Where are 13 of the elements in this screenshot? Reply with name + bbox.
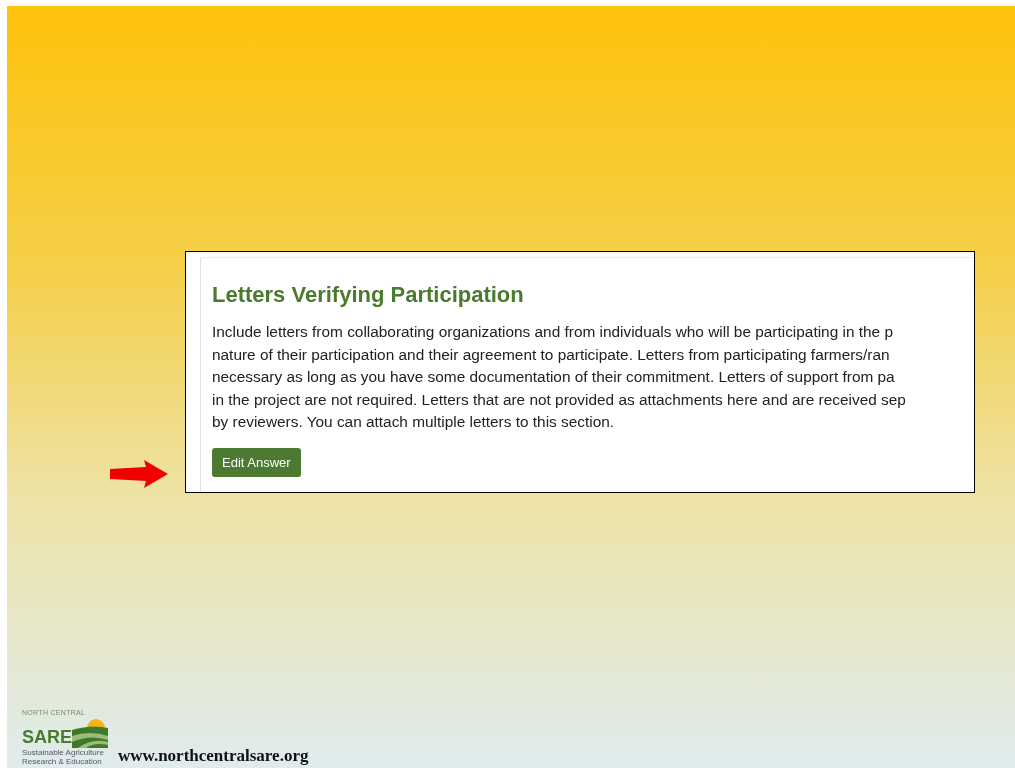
- description-line: nature of their participation and their agreement to participate. Letters from participating farmers/ran: [212, 344, 891, 365]
- arrow-icon: [110, 460, 168, 488]
- description-line: Include letters from collaborating organizations and from individuals who will be participating in the p: [212, 322, 894, 342]
- description-line: in the project are not required. Letters that are not provided as attachments here and are received sep: [212, 389, 907, 410]
- logo-text: SARE: [22, 727, 72, 748]
- section-title: Letters Verifying Participation: [212, 282, 525, 308]
- logo-text: Research & Education: [22, 757, 103, 766]
- logo-text: Sustainable Agriculture: [22, 748, 105, 757]
- description-line: by reviewers. You can attach multiple letters to this section.: [212, 412, 616, 432]
- edit-answer-button[interactable]: Edit Answer: [212, 447, 301, 477]
- description-line: necessary as long as you have some documentation of their commitment. Letters of support from pa: [212, 367, 896, 387]
- website-url: www.northcentralsare.org: [118, 746, 309, 766]
- field-icon: [72, 716, 108, 748]
